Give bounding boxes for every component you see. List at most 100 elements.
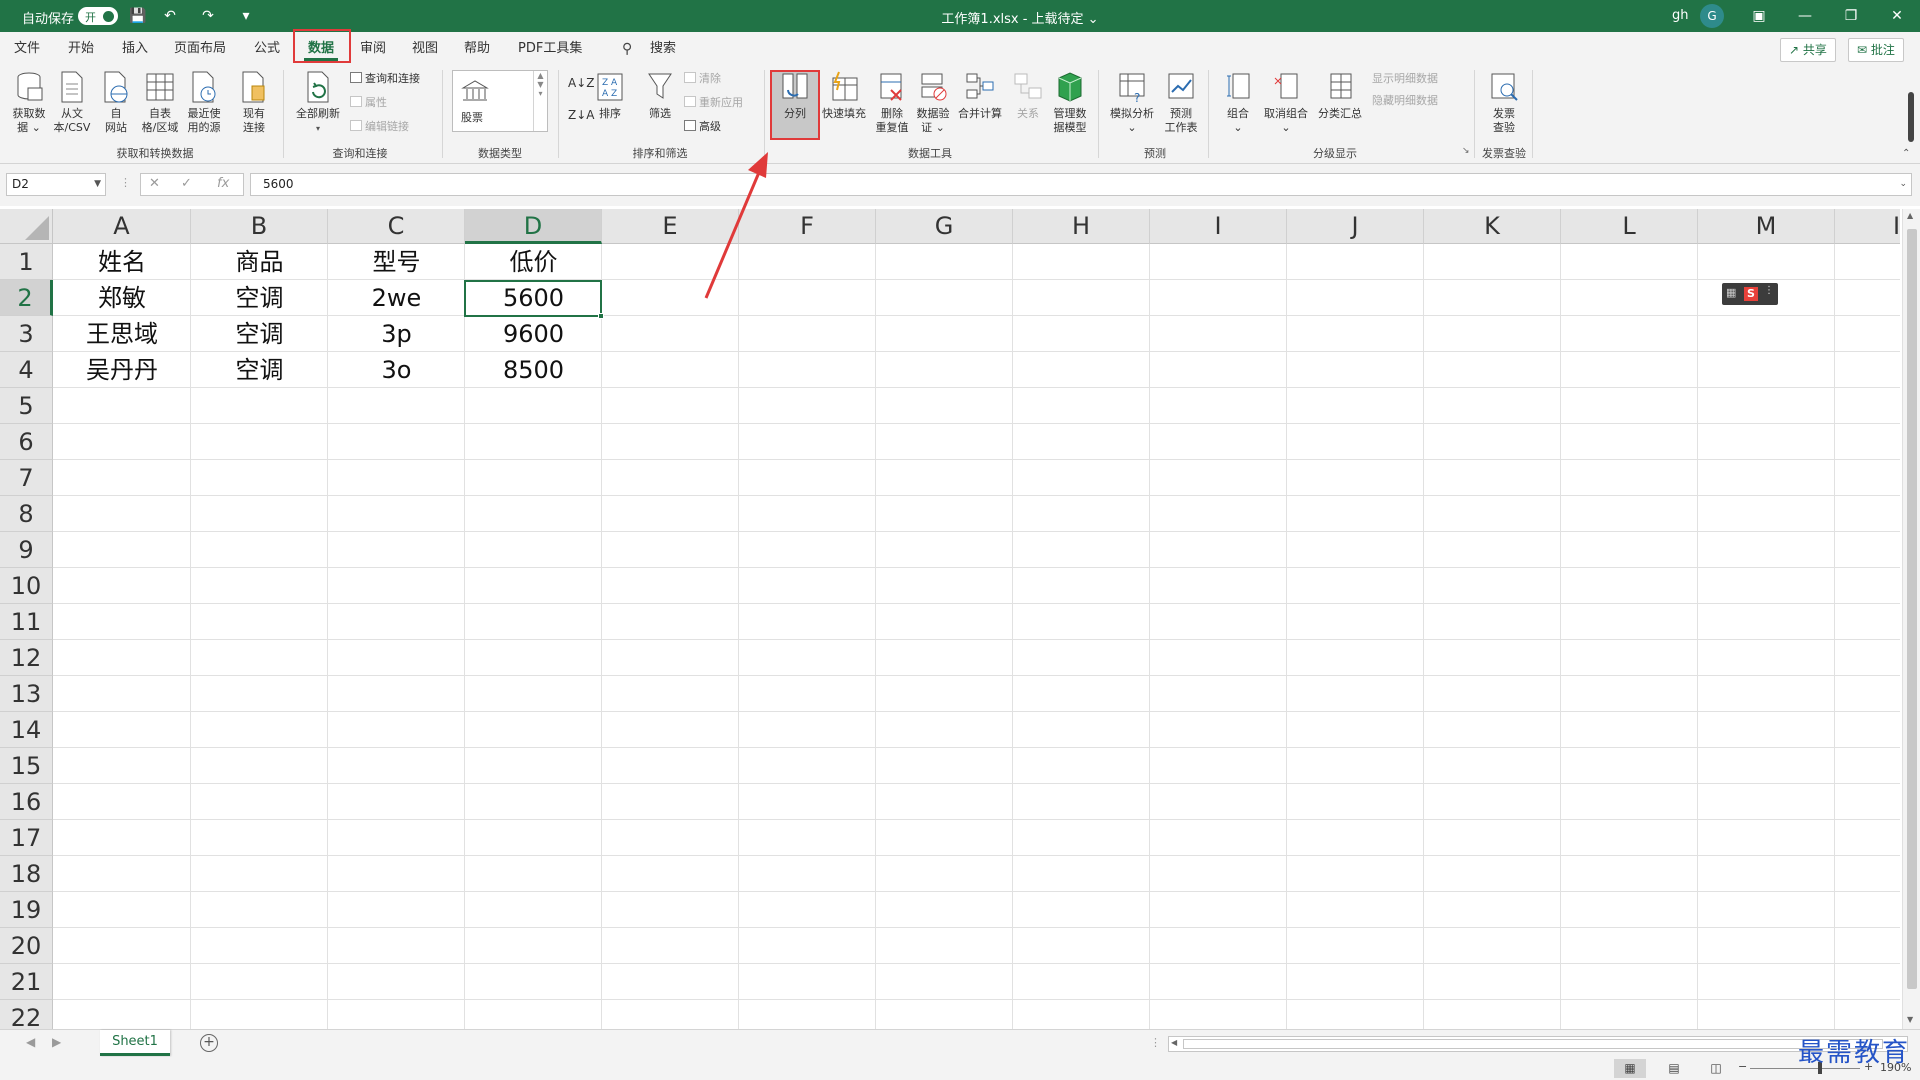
- row-header-1[interactable]: 1: [0, 244, 53, 280]
- row-header-22[interactable]: 22: [0, 1000, 53, 1029]
- column-header-f[interactable]: F: [739, 209, 876, 244]
- column-header-e[interactable]: E: [602, 209, 739, 244]
- column-header-k[interactable]: K: [1424, 209, 1561, 244]
- tab-help[interactable]: 帮助: [460, 39, 494, 61]
- cell-d3[interactable]: 9600: [465, 316, 602, 352]
- refresh-all-button[interactable]: 全部刷新 ▾: [290, 70, 346, 136]
- name-box[interactable]: D2 ▼: [6, 173, 106, 196]
- sort-za-button[interactable]: Z↓A: [568, 106, 594, 124]
- undo-icon[interactable]: ↶: [160, 6, 180, 26]
- stock-data-type[interactable]: 股票 ▲ ▼ ▾: [452, 70, 548, 132]
- hide-detail-button[interactable]: 隐藏明细数据: [1372, 92, 1438, 110]
- redo-icon[interactable]: ↷: [198, 6, 218, 26]
- ime-menu-icon[interactable]: ⋮: [1764, 285, 1774, 296]
- row-header-20[interactable]: 20: [0, 928, 53, 964]
- comments-button[interactable]: ✉ 批注: [1848, 38, 1904, 62]
- row-header-3[interactable]: 3: [0, 316, 53, 352]
- cell-c2[interactable]: 2we: [328, 280, 465, 316]
- row-header-12[interactable]: 12: [0, 640, 53, 676]
- avatar[interactable]: G: [1700, 4, 1724, 28]
- clear-filter-button[interactable]: 清除: [684, 70, 721, 88]
- row-header-15[interactable]: 15: [0, 748, 53, 784]
- tab-file[interactable]: 文件: [10, 39, 44, 61]
- drag-handle-icon[interactable]: ⋮: [120, 176, 131, 189]
- fill-handle[interactable]: [598, 313, 604, 319]
- tab-insert[interactable]: 插入: [118, 39, 152, 61]
- column-header-h[interactable]: H: [1013, 209, 1150, 244]
- row-header-14[interactable]: 14: [0, 712, 53, 748]
- row-header-13[interactable]: 13: [0, 676, 53, 712]
- properties-button[interactable]: 属性: [350, 94, 387, 112]
- row-header-10[interactable]: 10: [0, 568, 53, 604]
- cell-d1[interactable]: 低价: [465, 244, 602, 280]
- scroll-left-icon[interactable]: ◀: [1171, 1038, 1177, 1047]
- cell-b4[interactable]: 空调: [191, 352, 328, 388]
- tab-review[interactable]: 审阅: [356, 39, 390, 61]
- dialog-launcher-icon[interactable]: ↘: [1462, 146, 1470, 156]
- show-detail-button[interactable]: 显示明细数据: [1372, 70, 1438, 88]
- existing-connections-button[interactable]: 现有 连接: [234, 70, 274, 135]
- invoice-check-button[interactable]: 发票 查验: [1482, 70, 1526, 135]
- select-all-button[interactable]: [0, 209, 53, 244]
- from-text-button[interactable]: 从文 本/CSV: [50, 70, 94, 135]
- save-icon[interactable]: 💾: [128, 6, 148, 26]
- edit-links-button[interactable]: 编辑链接: [350, 118, 409, 136]
- manage-data-model-button[interactable]: 管理数 据模型: [1048, 70, 1092, 135]
- cell-a4[interactable]: 吴丹丹: [53, 352, 191, 388]
- close-icon[interactable]: ✕: [1874, 0, 1920, 32]
- horizontal-scroll-thumb[interactable]: [1183, 1039, 1883, 1049]
- row-header-6[interactable]: 6: [0, 424, 53, 460]
- search-box[interactable]: 搜索: [646, 39, 680, 61]
- row-header-21[interactable]: 21: [0, 964, 53, 1000]
- cell-c3[interactable]: 3p: [328, 316, 465, 352]
- cell-c4[interactable]: 3o: [328, 352, 465, 388]
- prev-sheet-icon[interactable]: ◀: [26, 1035, 35, 1049]
- column-header-b[interactable]: B: [191, 209, 328, 244]
- cell-b2[interactable]: 空调: [191, 280, 328, 316]
- data-validation-button[interactable]: 数据验 证 ⌄: [912, 70, 954, 135]
- row-header-19[interactable]: 19: [0, 892, 53, 928]
- scroll-down-icon[interactable]: ▼: [1907, 1015, 1913, 1024]
- column-header-g[interactable]: G: [876, 209, 1013, 244]
- row-header-16[interactable]: 16: [0, 784, 53, 820]
- reapply-button[interactable]: 重新应用: [684, 94, 743, 112]
- remove-duplicates-button[interactable]: 删除 重复值: [872, 70, 912, 135]
- column-header-a[interactable]: A: [53, 209, 191, 244]
- autosave-toggle[interactable]: 开: [78, 7, 118, 25]
- minimize-icon[interactable]: —: [1782, 0, 1828, 32]
- row-header-18[interactable]: 18: [0, 856, 53, 892]
- row-header-11[interactable]: 11: [0, 604, 53, 640]
- customize-qat-icon[interactable]: ▾: [236, 6, 256, 26]
- column-header-c[interactable]: C: [328, 209, 465, 244]
- row-header-9[interactable]: 9: [0, 532, 53, 568]
- what-if-analysis-button[interactable]: ? 模拟分析 ⌄: [1104, 70, 1160, 135]
- get-data-button[interactable]: 获取数 据 ⌄: [8, 70, 50, 135]
- column-header-j[interactable]: J: [1287, 209, 1424, 244]
- from-table-button[interactable]: 自表 格/区域: [138, 70, 182, 135]
- cell-a1[interactable]: 姓名: [53, 244, 191, 280]
- flash-fill-button[interactable]: 快速填充: [818, 70, 870, 121]
- row-header-5[interactable]: 5: [0, 388, 53, 424]
- row-header-8[interactable]: 8: [0, 496, 53, 532]
- tab-home[interactable]: 开始: [64, 39, 98, 61]
- restore-icon[interactable]: ❐: [1828, 0, 1874, 32]
- formula-input[interactable]: 5600 ⌄: [250, 173, 1912, 196]
- cell-b3[interactable]: 空调: [191, 316, 328, 352]
- cell-a2[interactable]: 郑敏: [53, 280, 191, 316]
- column-header-m[interactable]: M: [1698, 209, 1835, 244]
- add-sheet-button[interactable]: +: [200, 1034, 218, 1052]
- collapse-ribbon-icon[interactable]: ⌃: [1902, 148, 1910, 159]
- row-header-2[interactable]: 2: [0, 280, 53, 316]
- tab-page-layout[interactable]: 页面布局: [170, 39, 230, 61]
- tab-formulas[interactable]: 公式: [250, 39, 284, 61]
- vertical-scrollbar[interactable]: ▲ ▼: [1902, 209, 1920, 1029]
- row-header-4[interactable]: 4: [0, 352, 53, 388]
- scroll-up-icon[interactable]: ▲: [1907, 211, 1913, 220]
- gallery-scroll[interactable]: ▲ ▼ ▾: [533, 71, 547, 131]
- recent-sources-button[interactable]: 最近使 用的源: [182, 70, 226, 135]
- insert-function-icon[interactable]: fx: [217, 176, 229, 191]
- subtotal-button[interactable]: 分类汇总: [1314, 70, 1366, 121]
- row-header-17[interactable]: 17: [0, 820, 53, 856]
- sort-az-button[interactable]: A↓Z: [568, 74, 594, 92]
- expand-formula-icon[interactable]: ⌄: [1899, 174, 1907, 195]
